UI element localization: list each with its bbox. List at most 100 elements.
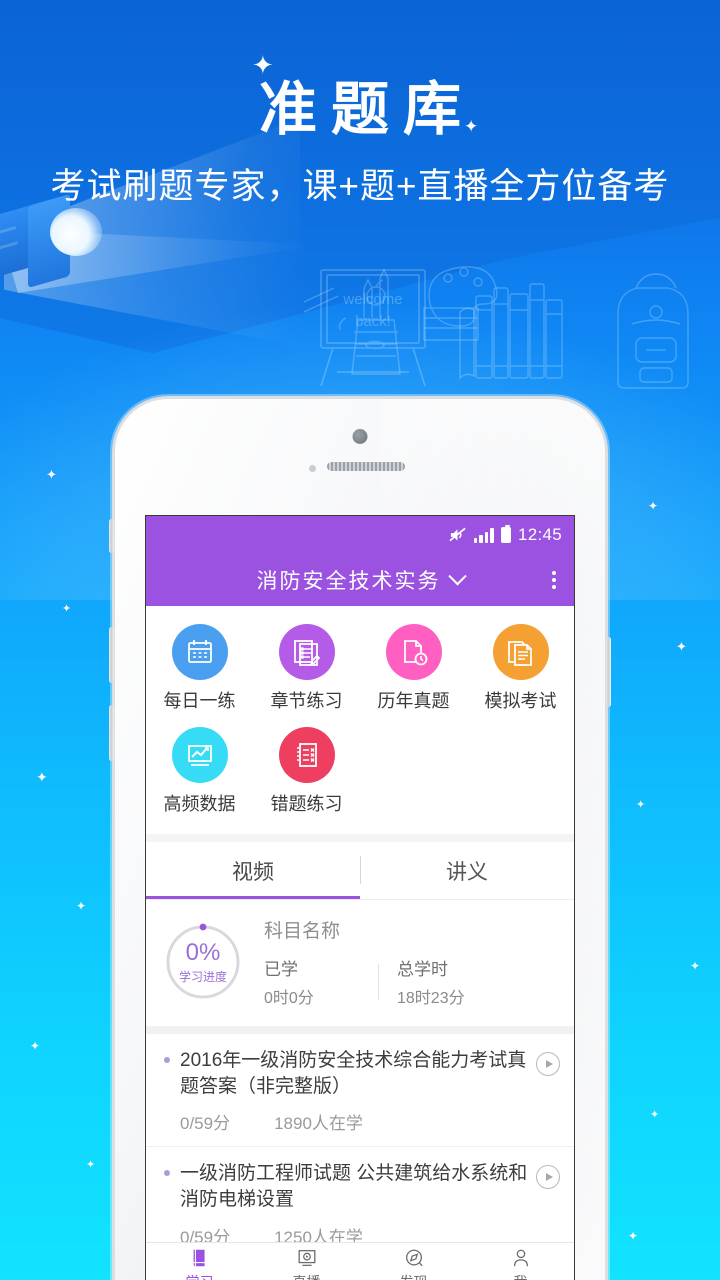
course-title: 2016年一级消防安全技术综合能力考试真题答案（非完整版） (180, 1050, 527, 1097)
course-score: 0/59分 (180, 1114, 231, 1134)
grid-item-label: 模拟考试 (484, 691, 557, 711)
live-icon (298, 1250, 315, 1266)
bullet-icon (164, 1057, 170, 1063)
tab-label: 视频 (232, 860, 274, 884)
list-item-header: 2016年一级消防安全技术综合能力考试真题答案（非完整版） (160, 1048, 560, 1099)
promo-subtitle: 考试刷题专家，课+题+直播全方位备考 (50, 167, 670, 206)
grid-item-label: 章节练习 (270, 691, 343, 711)
power-button[interactable] (606, 637, 611, 707)
silent-switch-button[interactable] (109, 519, 114, 553)
sparkle-icon: ✦ (690, 959, 701, 973)
grid-item-empty (360, 721, 467, 824)
front-camera-icon (352, 429, 368, 444)
phone-screen: 12:45 消防安全技术实务 每日一练 章节练习 历年真题 模拟考试 高频数据 … (145, 515, 575, 1280)
progress-caption: 学习进度 (178, 970, 227, 984)
mute-icon (449, 527, 466, 542)
progress-ring: 0% 学习进度 (164, 923, 242, 1001)
sparkle-icon: ✦ (30, 1039, 41, 1053)
compass-icon (405, 1249, 423, 1267)
nav-item-label: 我 (514, 1272, 528, 1280)
tab-label: 讲义 (446, 860, 488, 884)
course-title: 一级消防工程师试题 公共建筑给水系统和消防电梯设置 (180, 1163, 528, 1210)
sparkle-icon: ✦ (648, 499, 659, 513)
nav-item-study[interactable]: 学习 (146, 1243, 253, 1280)
grid-item-label: 历年真题 (377, 691, 450, 711)
volume-down-button[interactable] (109, 705, 114, 761)
progress-percent: 0% (185, 939, 221, 966)
sparkle-icon: ✦ (46, 467, 57, 482)
note-pen-icon (278, 624, 335, 680)
subject-name: 科目名称 (264, 921, 341, 942)
grid-item-past-papers[interactable]: 历年真题 (360, 618, 467, 721)
sparkle-icon: ✦ (676, 639, 687, 654)
progress-details: 科目名称 已学 0时0分 总学时 18时23分 (264, 916, 556, 1008)
bottom-navigation: 学习 直播 发现 (146, 1242, 574, 1280)
grid-item-label: 高频数据 (163, 794, 236, 814)
course-learners: 1890人在学 (274, 1114, 363, 1134)
calendar-icon (171, 624, 228, 680)
progress-stats: 已学 0时0分 总学时 18时23分 (264, 955, 556, 1008)
grid-item-empty (467, 721, 574, 824)
list-item[interactable]: 2016年一级消防安全技术综合能力考试真题答案（非完整版） 0/59分 1890… (146, 1034, 574, 1146)
stat-divider (378, 963, 379, 1000)
content-tabs: 视频 讲义 (146, 842, 574, 900)
earpiece-speaker (327, 462, 405, 471)
grid-item-chapter-practice[interactable]: 章节练习 (253, 618, 360, 721)
stat-label: 总学时 (397, 960, 448, 979)
person-icon (513, 1249, 528, 1267)
doc-clock-icon (385, 624, 442, 680)
phone-mockup: 12:45 消防安全技术实务 每日一练 章节练习 历年真题 模拟考试 高频数据 … (109, 396, 611, 1280)
tab-handout[interactable]: 讲义 (360, 842, 574, 899)
sparkle-icon: ✦ (62, 603, 72, 615)
flashlight-glow (50, 208, 102, 256)
nav-item-live[interactable]: 直播 (253, 1243, 360, 1280)
grid-item-label: 错题练习 (270, 794, 343, 814)
grid-item-wrong-questions[interactable]: 错题练习 (253, 721, 360, 824)
status-clock: 12:45 (517, 525, 562, 544)
doodle-board-line1: welcome (342, 291, 402, 308)
doodle-board-line2: back! (355, 313, 391, 330)
sparkle-icon: ✦ (636, 799, 646, 811)
grid-item-mock-exam[interactable]: 模拟考试 (467, 618, 574, 721)
volume-up-button[interactable] (109, 627, 114, 683)
book-icon (193, 1249, 205, 1267)
grid-item-high-frequency-data[interactable]: 高频数据 (146, 721, 253, 824)
play-circle-icon[interactable] (536, 1165, 560, 1190)
nav-item-label: 直播 (293, 1272, 321, 1280)
easel-board-doodle: welcome back! (320, 269, 426, 387)
app-bar: 消防安全技术实务 (146, 554, 574, 606)
wrong-list-icon (278, 727, 335, 783)
sparkle-icon: ✦ (86, 1159, 96, 1171)
documents-icon (492, 624, 549, 680)
sparkle-icon: ✦ (36, 769, 48, 785)
grid-item-daily-practice[interactable]: 每日一练 (146, 618, 253, 721)
sparkle-icon: ✦ (76, 899, 87, 913)
list-item-header: 一级消防工程师试题 公共建筑给水系统和消防电梯设置 (160, 1161, 560, 1212)
play-circle-icon[interactable] (536, 1052, 560, 1076)
study-progress-card: 0% 学习进度 科目名称 已学 0时0分 总学时 18时23分 (146, 900, 574, 1034)
battery-icon (500, 525, 511, 543)
feature-grid: 每日一练 章节练习 历年真题 模拟考试 高频数据 错题练习 (146, 606, 574, 834)
bullet-icon (164, 1170, 170, 1177)
grid-item-label: 每日一练 (163, 691, 236, 711)
feature-grid-row: 每日一练 章节练习 历年真题 模拟考试 (146, 618, 574, 721)
promo-title: 准题库 (258, 77, 475, 142)
signal-bars-icon (473, 527, 494, 543)
progress-ring-text: 0% 学习进度 (164, 923, 242, 1001)
status-bar: 12:45 (146, 516, 574, 554)
nav-item-me[interactable]: 我 (467, 1243, 574, 1280)
tab-video[interactable]: 视频 (146, 842, 360, 899)
sparkle-icon: ✦ (650, 1109, 660, 1121)
nav-item-label: 学习 (186, 1272, 214, 1280)
app-bar-title[interactable]: 消防安全技术实务 (257, 565, 441, 595)
kebab-menu-icon[interactable] (552, 571, 556, 589)
stat-studied: 已学 0时0分 (264, 955, 374, 1008)
chevron-down-icon[interactable] (447, 566, 467, 585)
books-doodle (459, 283, 563, 380)
list-item-meta: 0/59分 1890人在学 (160, 1109, 560, 1134)
stat-value: 0时0分 (264, 990, 314, 1007)
sparkle-icon: ✦ (628, 1229, 639, 1243)
nav-item-discover[interactable]: 发现 (360, 1243, 467, 1280)
stat-label: 已学 (264, 960, 298, 979)
line-chart-icon (171, 727, 228, 783)
